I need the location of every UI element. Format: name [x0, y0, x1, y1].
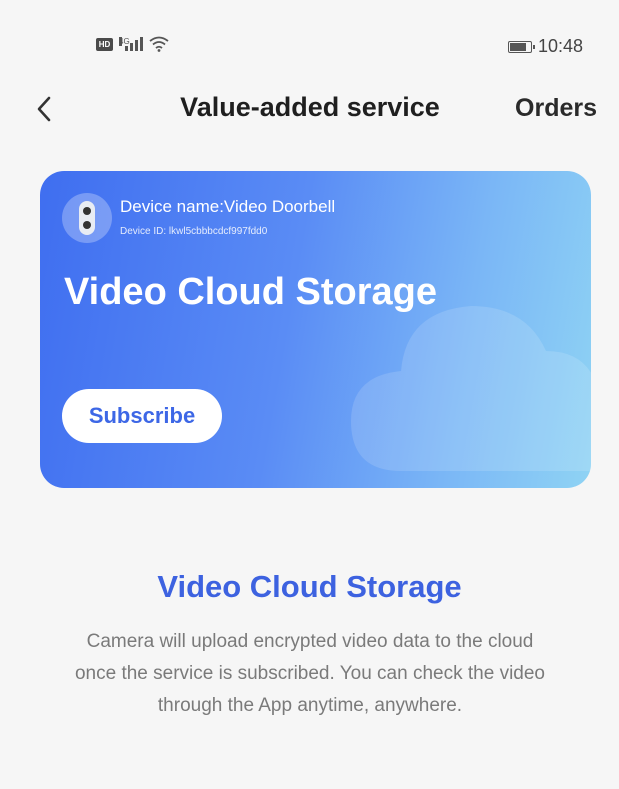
device-id: Device ID: lkwl5cbbbcdcf997fdd0 — [120, 226, 268, 237]
cell-signal-icon: 4G — [119, 37, 143, 51]
service-card: Device name:Video Doorbell Device ID: lk… — [40, 171, 591, 488]
hd-icon: HD — [96, 37, 113, 51]
subscribe-button[interactable]: Subscribe — [62, 389, 222, 443]
page-title: Value-added service — [180, 92, 440, 122]
signal-label: 4G — [119, 37, 130, 46]
section-title: Video Cloud Storage — [157, 569, 462, 604]
status-bar-left: HD 4G — [96, 36, 169, 52]
screen: HD 4G 10:48 Value-added service Orders D… — [0, 0, 619, 789]
device-name: Device name:Video Doorbell — [120, 197, 336, 216]
chevron-left-icon[interactable] — [34, 95, 54, 123]
status-bar: HD 4G 10:48 — [0, 0, 619, 95]
orders-link[interactable]: Orders — [515, 94, 597, 123]
card-title: Video Cloud Storage — [64, 271, 438, 313]
status-time: 10:48 — [537, 36, 583, 56]
status-bar-right: 10:48 — [507, 36, 583, 57]
cloud-decoration — [351, 306, 591, 471]
battery-icon — [507, 40, 535, 53]
doorbell-icon — [62, 193, 112, 243]
section-description: Camera will upload encrypted video data … — [74, 631, 545, 716]
wifi-icon — [149, 36, 169, 52]
